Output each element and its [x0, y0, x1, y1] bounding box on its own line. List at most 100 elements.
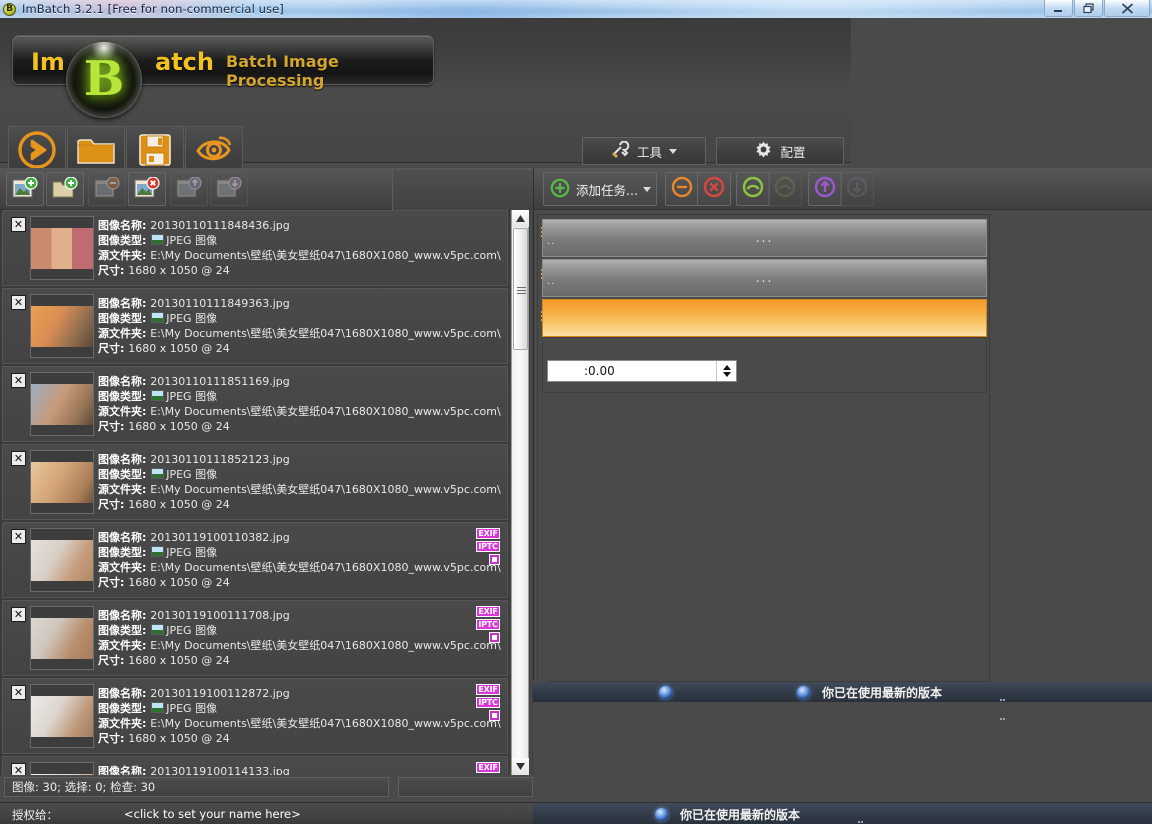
item-name-line: 图像名称: 20130110111852123.jpg	[98, 453, 290, 466]
folder-open-icon	[76, 133, 116, 167]
item-thumbnail	[30, 528, 94, 592]
item-badges: EXIFIPTC	[476, 606, 502, 645]
item-size-line: 尺寸: 1680 x 1050 @ 24	[98, 498, 230, 511]
remove-task-button[interactable]	[665, 172, 699, 206]
save-batch-button[interactable]	[126, 126, 184, 174]
minus-circle-icon	[671, 176, 693, 202]
exif-badge: EXIF	[476, 762, 500, 773]
task-value-spinner[interactable]: :0.00	[547, 360, 737, 382]
item-size-line: 尺寸: 1680 x 1050 @ 24	[98, 342, 230, 355]
image-list-item[interactable]: ✕ 图像名称: 20130110111849363.jpg 图像类型: JPEG 图…	[2, 288, 508, 364]
main-toolbar	[8, 126, 244, 174]
item-name-line: 图像名称: 20130119100112872.jpg	[98, 687, 290, 700]
remove-item-icon[interactable]: ✕	[11, 217, 26, 232]
disable-task-button[interactable]	[768, 172, 802, 206]
remove-item-icon[interactable]: ✕	[11, 373, 26, 388]
open-folder-button[interactable]	[67, 126, 125, 174]
move-image-down-button[interactable]	[210, 172, 248, 206]
close-button[interactable]	[1104, 0, 1150, 17]
version-status-text: 你已在使用最新的版本	[822, 685, 943, 700]
preview-button[interactable]	[185, 126, 243, 174]
move-image-up-button[interactable]	[170, 172, 208, 206]
remove-image-button[interactable]	[88, 172, 126, 206]
enable-task-button[interactable]	[736, 172, 770, 206]
resize-grip-icon[interactable]	[1000, 687, 1010, 720]
update-orb-icon	[797, 685, 810, 699]
remove-item-icon[interactable]: ✕	[11, 685, 26, 700]
add-task-button[interactable]: 添加任务...	[543, 172, 647, 206]
item-thumbnail	[30, 216, 94, 280]
image-list-item[interactable]: ✕ 图像名称: 20130110111852123.jpg 图像类型: JPEG 图…	[2, 444, 508, 520]
resize-grip-icon[interactable]	[858, 809, 868, 823]
license-name-link[interactable]: <click to set your name here>	[124, 807, 301, 821]
item-metadata: 图像名称: 20130119100111708.jpg 图像类型: JPEG 图像…	[98, 608, 501, 668]
task-row-selected[interactable]	[542, 299, 987, 337]
item-folder-line: 源文件夹: E:\My Documents\壁纸\美女壁纸047\1680X10…	[98, 483, 501, 496]
remove-all-images-button[interactable]	[128, 172, 166, 206]
tools-button[interactable]: 工具	[582, 137, 706, 165]
thumbnail-image	[31, 695, 93, 737]
remove-item-icon[interactable]: ✕	[11, 451, 26, 466]
config-button-label: 配置	[780, 144, 806, 160]
spinner-down-icon[interactable]	[722, 372, 731, 377]
task-row-label: ...	[755, 231, 774, 245]
item-metadata: 图像名称: 20130110111848436.jpg 图像类型: JPEG 图像…	[98, 218, 501, 278]
add-task-dropdown[interactable]	[637, 172, 657, 206]
task-parameters-panel: :0.00	[542, 337, 987, 393]
item-thumbnail	[30, 684, 94, 748]
config-button[interactable]: 配置	[716, 137, 844, 165]
item-folder-line: 源文件夹: E:\My Documents\壁纸\美女壁纸047\1680X10…	[98, 561, 501, 574]
remove-item-icon[interactable]: ✕	[11, 763, 26, 775]
item-type-line: 图像类型: JPEG 图像	[98, 468, 218, 481]
restore-button[interactable]	[1074, 0, 1103, 17]
remove-item-icon[interactable]: ✕	[11, 607, 26, 622]
item-name-line: 图像名称: 20130110111851169.jpg	[98, 375, 290, 388]
run-batch-button[interactable]	[8, 126, 66, 174]
move-task-down-button[interactable]	[840, 172, 874, 206]
image-list-item[interactable]: ✕ 图像名称: 20130119100112872.jpg 图像类型: JPEG 图…	[2, 678, 508, 754]
jpeg-file-icon	[151, 312, 165, 323]
jpeg-file-icon	[151, 468, 165, 479]
thumbnail-image	[31, 227, 93, 269]
image-list-item[interactable]: ✕ 图像名称: 20130119100114133.jpg图像类型: JPEG 图…	[2, 756, 508, 775]
remove-all-tasks-button[interactable]	[697, 172, 731, 206]
image-list-item[interactable]: ✕ 图像名称: 20130119100111708.jpg 图像类型: JPEG 图…	[2, 600, 508, 676]
item-badges: EXIFIPTC	[476, 762, 502, 775]
scroll-down-arrow-icon[interactable]	[512, 758, 529, 775]
image-list-item[interactable]: ✕ 图像名称: 20130110111848436.jpg 图像类型: JPEG 图…	[2, 210, 508, 286]
remove-item-icon[interactable]: ✕	[11, 295, 26, 310]
task-list[interactable]: .. ... .. ... :0.00	[537, 214, 990, 683]
plus-circle-icon	[550, 178, 570, 201]
add-folder-button[interactable]	[46, 172, 84, 206]
minimize-button[interactable]	[1044, 0, 1073, 17]
thumbnail-badge-icon	[489, 554, 500, 565]
item-metadata: 图像名称: 20130110111851169.jpg 图像类型: JPEG 图像…	[98, 374, 501, 434]
jpeg-file-icon	[151, 546, 165, 557]
image-list-item[interactable]: ✕ 图像名称: 20130110111851169.jpg 图像类型: JPEG 图…	[2, 366, 508, 442]
spinner-up-icon[interactable]	[722, 365, 731, 370]
gear-icon	[754, 140, 773, 162]
item-type-line: 图像类型: JPEG 图像	[98, 312, 218, 325]
image-list[interactable]: ✕ 图像名称: 20130110111848436.jpg 图像类型: JPEG 图…	[0, 210, 510, 775]
item-size-line: 尺寸: 1680 x 1050 @ 24	[98, 576, 230, 589]
item-thumbnail	[30, 450, 94, 514]
exif-badge: EXIF	[476, 528, 500, 539]
image-list-item[interactable]: ✕ 图像名称: 20130119100110382.jpg 图像类型: JPEG 图…	[2, 522, 508, 598]
task-row-lead: ..	[547, 236, 556, 247]
item-name-line: 图像名称: 20130110111849363.jpg	[98, 297, 290, 310]
image-list-scrollbar[interactable]	[511, 210, 529, 775]
scroll-up-arrow-icon[interactable]	[512, 210, 529, 227]
scrollbar-thumb[interactable]	[513, 228, 528, 350]
spinner-value[interactable]: :0.00	[548, 364, 716, 378]
jpeg-file-icon	[151, 234, 165, 245]
remove-item-icon[interactable]: ✕	[11, 529, 26, 544]
task-row[interactable]: .. ...	[542, 219, 987, 257]
task-row[interactable]: .. ...	[542, 259, 987, 297]
exif-badge: EXIF	[476, 606, 500, 617]
task-row-lead: ..	[547, 276, 556, 287]
move-task-up-button[interactable]	[808, 172, 842, 206]
add-image-button[interactable]	[6, 172, 44, 206]
spinner-buttons[interactable]	[716, 361, 736, 381]
item-type-line: 图像类型: JPEG 图像	[98, 624, 218, 637]
item-name-line: 图像名称: 20130119100110382.jpg	[98, 531, 290, 544]
